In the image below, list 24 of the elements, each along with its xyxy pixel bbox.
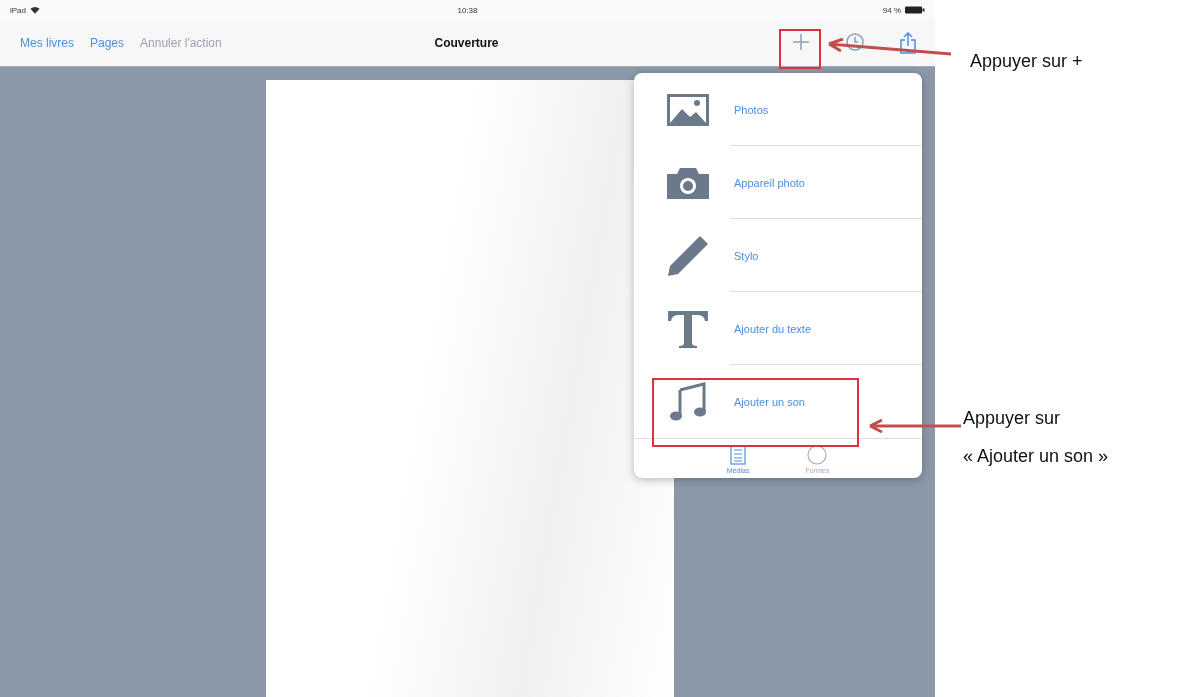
music-note-icon — [668, 381, 708, 422]
list-icon — [730, 445, 747, 465]
clock: 10:38 — [457, 5, 478, 15]
instruction-text: Appuyer sur + — [970, 50, 1083, 73]
nav-button[interactable]: Mes livres — [14, 34, 80, 52]
image-icon — [666, 92, 710, 127]
menu-item[interactable]: Stylo — [732, 247, 761, 264]
share-icon[interactable] — [897, 30, 919, 56]
menu-item[interactable]: Photos — [732, 101, 771, 118]
battery-icon — [905, 6, 925, 14]
menu-item[interactable]: Appareil photo — [732, 174, 807, 191]
wifi-icon — [30, 6, 40, 14]
menu-item[interactable]: Ajouter un son — [732, 393, 807, 410]
highlight-frame — [779, 29, 821, 69]
page-title: Couverture — [434, 36, 499, 50]
menu-item[interactable]: Ajouter du texte — [732, 320, 814, 337]
circle-icon — [807, 445, 828, 465]
pencil-icon — [666, 233, 710, 278]
battery-level: 94 % — [882, 5, 901, 15]
letter-t-icon — [666, 308, 710, 349]
camera-icon — [665, 165, 711, 200]
carrier-label: iPad — [10, 5, 26, 15]
instruction-text: Appuyer sur « Ajouter un son » — [963, 407, 1109, 468]
nav-button[interactable]: Pages — [84, 34, 131, 52]
